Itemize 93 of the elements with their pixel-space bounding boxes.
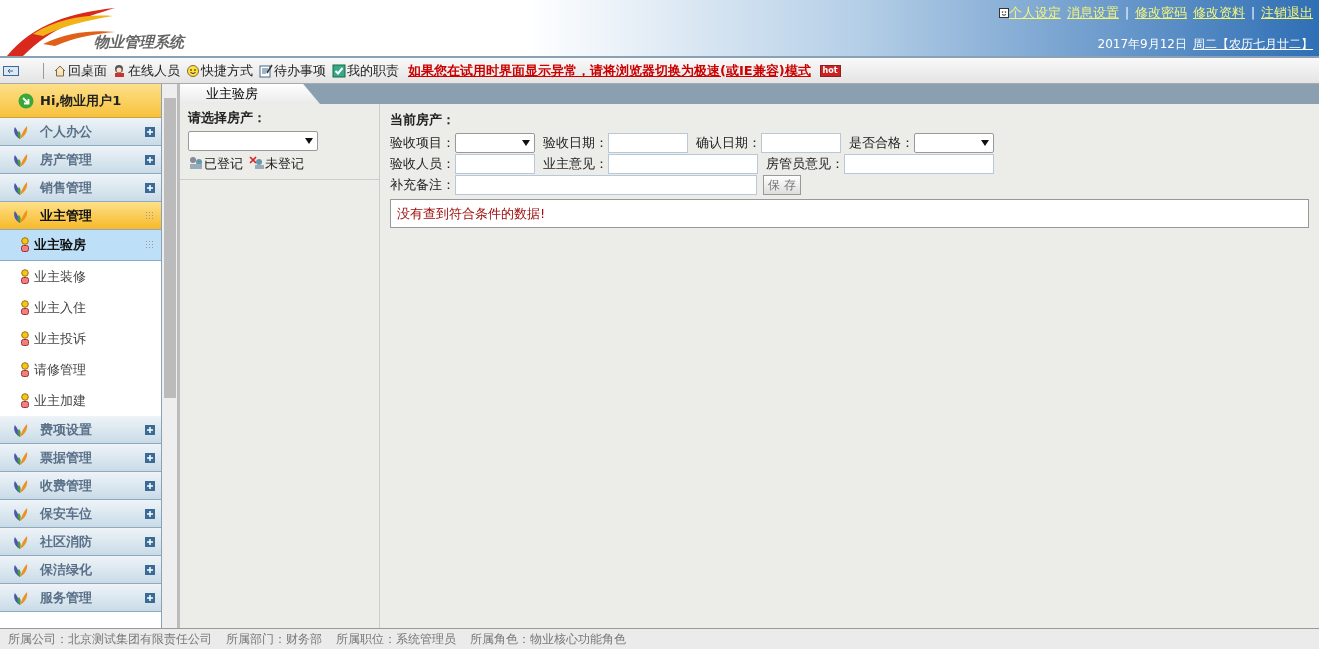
plus-icon: [145, 182, 155, 193]
plus-icon: [145, 154, 155, 165]
header-link[interactable]: 修改资料: [1192, 3, 1245, 23]
checkmark-icon: [332, 63, 346, 78]
input-field[interactable]: [608, 133, 688, 153]
plus-icon: [145, 126, 155, 137]
toolbar-link[interactable]: 我的职责: [347, 60, 399, 81]
smiley-icon: [998, 7, 1009, 18]
person-icon: [113, 63, 127, 78]
collapse-icon: [3, 65, 19, 76]
input-field[interactable]: [608, 154, 758, 174]
hot-badge: hot: [819, 64, 841, 77]
sidebar-menu-item[interactable]: 服务管理: [0, 584, 161, 612]
property-label: 请选择房产：: [188, 109, 267, 127]
toolbar-divider: [43, 62, 44, 79]
greeting-text: Hi,物业用户1: [40, 91, 122, 110]
tab[interactable]: 业主验房: [180, 84, 320, 104]
person-icon: [20, 330, 30, 347]
legend-label: 未登记: [265, 154, 304, 173]
sidebar-menu-item[interactable]: 保安车位: [0, 500, 161, 528]
field-label: 验收人员：: [390, 155, 455, 174]
person-icon: [20, 299, 30, 316]
sidebar-subitem[interactable]: 业主装修: [0, 261, 161, 292]
arrow-circle-icon: [18, 92, 34, 109]
header-link[interactable]: 注销退出: [1261, 3, 1313, 23]
notepad-icon: [259, 63, 273, 78]
house-icon: [53, 63, 67, 78]
field-label: 业主意见：: [542, 155, 608, 174]
field-label: 房管员意见：: [765, 155, 844, 174]
toolbar-link[interactable]: 在线人员: [128, 60, 180, 81]
header-link[interactable]: 修改密码: [1134, 3, 1187, 23]
caret-icon: [522, 140, 530, 146]
field-label: 补充备注：: [390, 176, 455, 195]
input-field[interactable]: [844, 154, 994, 174]
header-link[interactable]: 个人设定: [1008, 3, 1061, 23]
input-field[interactable]: [455, 175, 757, 195]
field-label: 验收日期：: [542, 134, 608, 153]
sidebar-menu-item[interactable]: 保洁绿化: [0, 556, 161, 584]
input-field[interactable]: [761, 133, 841, 153]
person-icon: [20, 237, 30, 253]
property-select[interactable]: [188, 130, 318, 151]
status-text: 所属公司：北京测试集团有限责任公司: [8, 631, 212, 648]
sidebar-menu-item[interactable]: 费项设置: [0, 416, 161, 444]
sidebar-menu-item[interactable]: 房产管理: [0, 146, 161, 174]
sidebar-menu-item[interactable]: 社区消防: [0, 528, 161, 556]
sidebar-menu-item[interactable]: 票据管理: [0, 444, 161, 472]
plus-icon: [145, 424, 155, 435]
person-icon: [20, 392, 30, 409]
sidebar-menu-item[interactable]: 销售管理: [0, 174, 161, 202]
sidebar-subitem[interactable]: 业主验房: [0, 230, 161, 261]
link-divider: |: [1250, 4, 1255, 22]
caret-icon: [305, 137, 313, 144]
plus-icon: [145, 564, 155, 575]
status-text: 所属角色：物业核心功能角色: [470, 631, 626, 648]
lunar-date-link[interactable]: 周二【农历七月廿二】: [1193, 35, 1313, 53]
browser-notice-link[interactable]: 如果您在试用时界面显示异常，请将浏览器切换为极速(或IE兼容)模式: [408, 60, 811, 81]
toolbar-link[interactable]: 待办事项: [274, 60, 326, 81]
no-data-message: 没有查到符合条件的数据!: [390, 198, 1309, 228]
sidebar-subitem[interactable]: 业主加建: [0, 385, 161, 416]
person-icon: [20, 268, 30, 285]
app-title: 物业管理系统: [94, 31, 184, 53]
toolbar-link[interactable]: 回桌面: [68, 60, 107, 81]
people-cross-icon: [249, 156, 265, 171]
dropdown-field[interactable]: [455, 133, 535, 153]
toolbar-link[interactable]: 快捷方式: [201, 60, 253, 81]
field-label: 确认日期：: [695, 134, 761, 153]
sidebar-menu-item[interactable]: 个人办公: [0, 118, 161, 146]
status-text: 所属职位：系统管理员: [336, 631, 456, 648]
plus-icon: [145, 508, 155, 519]
plus-icon: [145, 480, 155, 491]
input-field[interactable]: [455, 154, 535, 174]
sidebar-menu-item[interactable]: 收费管理: [0, 472, 161, 500]
sidebar-subitem[interactable]: 业主投诉: [0, 323, 161, 354]
plus-icon: [145, 592, 155, 603]
person-icon: [20, 361, 30, 378]
field-label: 是否合格：: [848, 134, 914, 153]
sidebar-subitem[interactable]: 业主入住: [0, 292, 161, 323]
link-divider: |: [1124, 4, 1129, 22]
sidebar-subitem[interactable]: 请修管理: [0, 354, 161, 385]
dropdown-field[interactable]: [914, 133, 994, 153]
sidebar-menu-item[interactable]: 业主管理: [0, 202, 161, 230]
plus-icon: [145, 536, 155, 547]
date-text: 2017年9月12日: [1097, 36, 1187, 53]
field-label: 验收项目：: [390, 134, 455, 153]
people-group-icon: [188, 156, 204, 171]
legend-label: 已登记: [204, 154, 243, 173]
status-text: 所属部门：财务部: [226, 631, 322, 648]
plus-icon: [145, 452, 155, 463]
smiley-icon: [186, 63, 200, 78]
caret-icon: [981, 140, 989, 146]
header-link[interactable]: 消息设置: [1066, 3, 1119, 23]
current-property-label: 当前房产：: [390, 111, 456, 129]
save-button[interactable]: 保 存: [763, 175, 801, 195]
